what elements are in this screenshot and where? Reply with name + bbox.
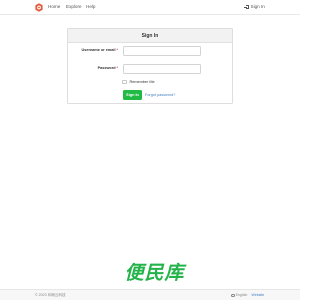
footer-copyright: © 2023 印刷云科技 <box>35 293 66 297</box>
forgot-password-link[interactable]: Forgot password? <box>145 93 175 98</box>
remember-me[interactable]: Remember Me <box>122 79 155 85</box>
top-navbar: Home Explore Help Sign In <box>0 0 300 15</box>
password-input[interactable] <box>123 64 201 74</box>
footer: © 2023 印刷云科技 English Website <box>0 289 300 300</box>
signin-submit-button[interactable]: Sign In <box>123 90 142 100</box>
language-label: English <box>235 293 248 297</box>
nav-signin-label: Sign In <box>250 4 265 9</box>
nav-explore-link[interactable]: Explore <box>66 4 82 10</box>
username-label-text: Username or email <box>81 48 116 52</box>
nav-help-link[interactable]: Help <box>86 4 95 10</box>
globe-icon <box>231 293 235 298</box>
password-label: Password* <box>68 66 118 71</box>
sign-in-icon <box>244 4 249 10</box>
watermark-logo: 便民库 <box>124 262 185 284</box>
username-input[interactable] <box>123 46 201 56</box>
username-label: Username or email* <box>68 48 118 53</box>
password-label-text: Password <box>97 66 116 70</box>
nav-signin-link[interactable]: Sign In <box>244 4 265 10</box>
language-selector[interactable]: English <box>231 293 247 298</box>
remember-me-label: Remember Me <box>129 79 155 84</box>
website-link[interactable]: Website <box>251 293 264 298</box>
nav-home-link[interactable]: Home <box>48 4 60 10</box>
logo-icon[interactable] <box>35 3 43 12</box>
password-required-mark: * <box>116 66 118 70</box>
signin-card-title: Sign In <box>68 29 232 43</box>
username-required-mark: * <box>116 48 118 52</box>
footer-links: English Website <box>231 293 264 298</box>
remember-me-checkbox[interactable] <box>122 79 127 85</box>
signin-card: Sign In Username or email* Password* Rem… <box>67 28 233 104</box>
